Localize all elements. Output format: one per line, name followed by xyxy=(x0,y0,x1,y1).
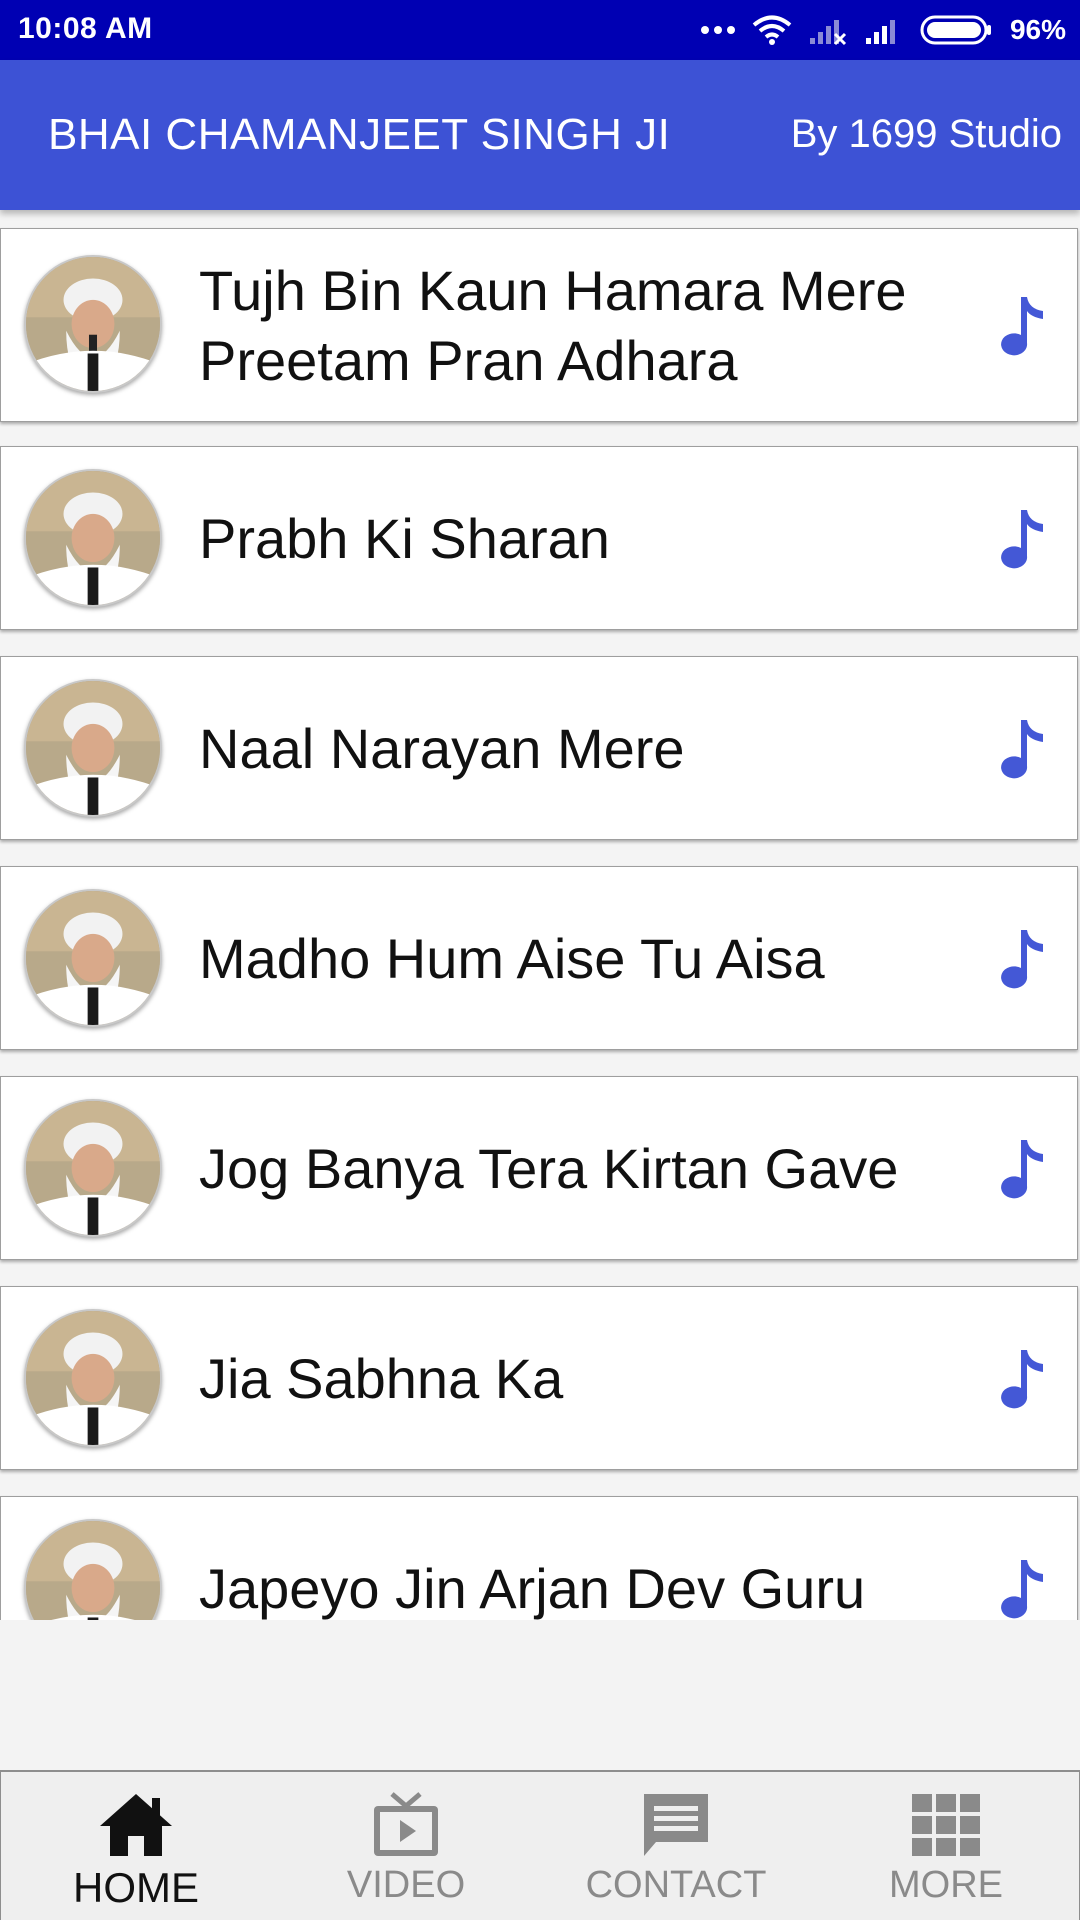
nav-label: MORE xyxy=(889,1864,1003,1906)
battery-icon xyxy=(920,15,991,45)
nav-label: VIDEO xyxy=(346,1864,466,1906)
track-item[interactable]: Prabh Ki Sharan xyxy=(0,446,1078,630)
nav-video[interactable]: VIDEO xyxy=(271,1772,541,1920)
empty-area xyxy=(0,1620,1080,1770)
signal-icon xyxy=(865,20,895,44)
wifi-icon xyxy=(752,15,792,45)
music-note-icon[interactable] xyxy=(999,1348,1045,1410)
grid-icon xyxy=(912,1794,980,1856)
artist-avatar xyxy=(24,1519,162,1620)
track-title: Tujh Bin Kaun Hamara Mere Preetam Pran A… xyxy=(199,259,907,392)
artist-avatar xyxy=(24,255,162,393)
track-item[interactable]: Jia Sabhna Ka xyxy=(0,1286,1078,1470)
track-item[interactable]: Japeyo Jin Arjan Dev Guru xyxy=(0,1496,1078,1620)
status-time: 10:08 AM xyxy=(18,12,153,45)
artist-avatar xyxy=(24,1099,162,1237)
chat-icon xyxy=(644,1794,708,1856)
nav-label: CONTACT xyxy=(585,1864,767,1906)
status-bar: 10:08 AM 96% xyxy=(0,0,1080,60)
music-note-icon[interactable] xyxy=(999,1138,1045,1200)
artist-avatar xyxy=(24,469,162,607)
music-note-icon[interactable] xyxy=(999,295,1045,357)
track-item[interactable]: Naal Narayan Mere xyxy=(0,656,1078,840)
track-item[interactable]: Madho Hum Aise Tu Aisa xyxy=(0,866,1078,1050)
nav-contact[interactable]: CONTACT xyxy=(541,1772,811,1920)
artist-avatar xyxy=(24,1309,162,1447)
app-bar: BHAI CHAMANJEET SINGH JI By 1699 Studio xyxy=(0,60,1080,210)
battery-percent: 96% xyxy=(1009,14,1066,45)
artist-avatar xyxy=(24,679,162,817)
track-title: Madho Hum Aise Tu Aisa xyxy=(199,927,825,990)
music-note-icon[interactable] xyxy=(999,508,1045,570)
track-title: Prabh Ki Sharan xyxy=(199,507,610,570)
track-title: Naal Narayan Mere xyxy=(199,717,685,780)
video-icon xyxy=(374,1792,438,1856)
app-subtitle: By 1699 Studio xyxy=(790,112,1062,156)
status-icons: 96% xyxy=(700,10,1066,50)
track-item[interactable]: Jog Banya Tera Kirtan Gave xyxy=(0,1076,1078,1260)
app-title: BHAI CHAMANJEET SINGH JI xyxy=(48,110,671,159)
signal-no-sim-icon xyxy=(809,20,847,46)
nav-more[interactable]: MORE xyxy=(811,1772,1080,1920)
music-note-icon[interactable] xyxy=(999,718,1045,780)
track-title: Japeyo Jin Arjan Dev Guru xyxy=(199,1557,866,1620)
track-list[interactable]: Tujh Bin Kaun Hamara Mere Preetam Pran A… xyxy=(0,218,1080,1620)
screen: { "status_bar": { "time": "10:08 AM", "b… xyxy=(0,0,1080,1920)
track-title: Jog Banya Tera Kirtan Gave xyxy=(199,1137,899,1200)
bottom-nav: HOME VIDEO CONTACT MORE xyxy=(0,1770,1080,1920)
track-item[interactable]: Tujh Bin Kaun Hamara Mere Preetam Pran A… xyxy=(0,228,1078,422)
music-note-icon[interactable] xyxy=(999,1558,1045,1620)
nav-label: HOME xyxy=(73,1864,199,1911)
artist-avatar xyxy=(24,889,162,1027)
music-note-icon[interactable] xyxy=(999,928,1045,990)
more-dots-icon xyxy=(700,26,735,34)
track-title: Jia Sabhna Ka xyxy=(199,1347,564,1410)
nav-home[interactable]: HOME xyxy=(1,1772,271,1920)
home-icon xyxy=(100,1794,172,1856)
